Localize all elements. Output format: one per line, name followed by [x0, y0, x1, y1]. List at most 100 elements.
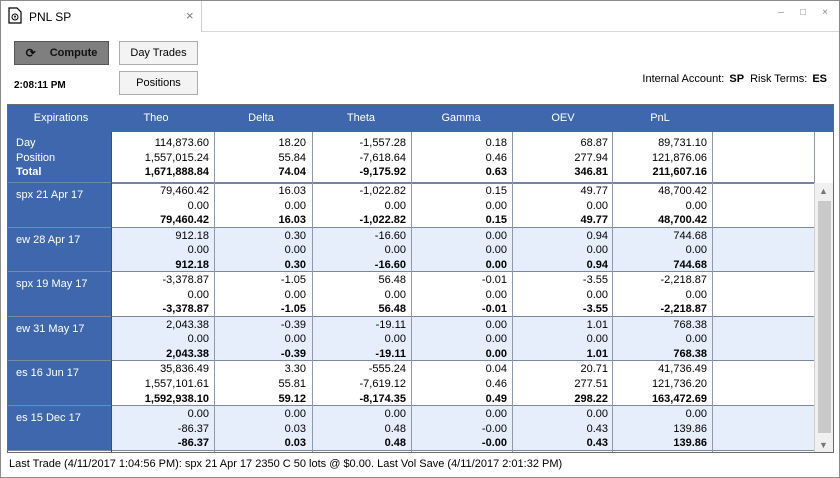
close-icon[interactable]: × [819, 7, 831, 18]
group-cell: -86.37 [177, 437, 209, 450]
expiration-name: es 15 Dec 17 [16, 412, 81, 424]
internal-account-label: Internal Account: [642, 73, 725, 85]
account-info: Internal Account: SP Risk Terms: ES [642, 73, 827, 85]
group-cell: 298.22 [574, 392, 608, 405]
scroll-thumb[interactable] [818, 201, 831, 433]
scroll-up-icon[interactable]: ▲ [819, 186, 828, 196]
group-cell: 0.00 [485, 318, 507, 331]
column-divider [411, 132, 412, 452]
group-cell: -1.05 [280, 303, 306, 316]
expiration-cell[interactable]: spx 21 Apr 17 [8, 183, 111, 228]
group-cell: 41,736.49 [658, 363, 707, 376]
group-cell: 744.68 [673, 258, 707, 271]
summary-cell: 277.94 [574, 151, 608, 164]
column-header-delta[interactable]: Delta [221, 112, 301, 124]
maximize-icon[interactable]: □ [797, 7, 809, 18]
group-cell: -86.37 [177, 422, 209, 435]
group-cell: 0.00 [384, 199, 406, 212]
group-cell: 35,836.49 [160, 363, 209, 376]
group-cell: -1,022.82 [359, 214, 406, 227]
group-cell: 0.00 [685, 333, 707, 346]
group-cell: 0.94 [586, 229, 608, 242]
compute-button[interactable]: ⟳ Compute [14, 41, 109, 65]
summary-cell: -7,618.64 [359, 151, 406, 164]
group-cell: 0.03 [284, 437, 306, 450]
summary-cell: 74.04 [278, 166, 306, 179]
group-cell: 277.51 [574, 378, 608, 390]
group-cell: -19.11 [375, 348, 406, 360]
group-cell: 1.01 [586, 318, 608, 331]
group-cell: -16.60 [374, 229, 406, 242]
summary-cell: 1,671,888.84 [144, 166, 209, 179]
expiration-name: ew 31 May 17 [16, 322, 85, 335]
day-trades-button[interactable]: Day Trades [119, 41, 198, 65]
summary-cell: -9,175.92 [359, 166, 406, 179]
column-divider [312, 132, 313, 452]
group-cell: 79,460.42 [160, 214, 209, 227]
group-cell: 0.46 [485, 378, 507, 390]
column-header-oev[interactable]: OEV [523, 112, 603, 124]
expiration-cell[interactable]: spx 19 May 17 [8, 272, 111, 317]
group-cell: 0.00 [485, 244, 507, 257]
tab-title: PNL SP [29, 10, 72, 24]
positions-button[interactable]: Positions [119, 71, 198, 95]
column-divider [612, 132, 613, 452]
column-header-theta[interactable]: Theta [321, 112, 401, 124]
group-cell: 0.00 [384, 244, 406, 257]
group-cell: 0.00 [384, 408, 406, 420]
group-cell: 16.03 [278, 214, 306, 227]
summary-cell: 0.63 [485, 166, 507, 179]
summary-row-label: Day [16, 137, 36, 149]
group-cell: 2,043.38 [166, 318, 209, 331]
group-cell: 79,460.42 [160, 185, 209, 197]
compute-time: 2:08:11 PM [14, 80, 66, 91]
group-cell: 0.00 [685, 244, 707, 257]
group-cell: 912.18 [175, 229, 209, 242]
summary-cell: 1,557,015.24 [144, 151, 209, 164]
group-cell: 0.04 [485, 363, 507, 376]
summary-cell: 89,731.10 [658, 137, 707, 149]
group-cell: 0.15 [485, 214, 507, 227]
tab-pnl[interactable]: PNL SP × [1, 1, 202, 32]
group-cell: -3.55 [582, 303, 608, 316]
group-cell: 0.49 [485, 392, 507, 405]
summary-cell: 211,607.16 [652, 166, 707, 179]
expiration-cell[interactable]: es 16 Jun 17 [8, 361, 111, 406]
window-controls: – □ × [775, 7, 831, 18]
column-header-pnl[interactable]: PnL [620, 112, 700, 124]
summary-cell: 114,873.60 [154, 137, 209, 149]
column-header-gamma[interactable]: Gamma [421, 112, 501, 124]
group-cell: -0.00 [481, 422, 507, 435]
group-cell: 59.12 [278, 392, 306, 405]
group-cell: 163,472.69 [651, 392, 707, 405]
group-band [111, 406, 814, 451]
group-cell: -19.11 [375, 318, 406, 331]
column-header-theo[interactable]: Theo [116, 112, 196, 124]
minimize-icon[interactable]: – [775, 7, 787, 18]
group-cell: 0.00 [284, 244, 306, 257]
group-cell: 0.48 [384, 422, 406, 435]
summary-cell: 346.81 [574, 166, 608, 179]
group-cell: 744.68 [673, 229, 707, 242]
group-cell: 0.00 [284, 288, 306, 301]
group-cell: 912.18 [175, 258, 209, 271]
group-cell: 768.38 [673, 348, 707, 360]
expiration-cell[interactable]: ew 31 May 17 [8, 316, 111, 362]
expiration-cell[interactable]: ew 28 Apr 17 [8, 227, 111, 273]
group-cell: 0.15 [485, 185, 507, 197]
tab-close-icon[interactable]: × [186, 8, 194, 23]
group-cell: -0.00 [481, 437, 507, 450]
scroll-down-icon[interactable]: ▼ [819, 440, 828, 450]
group-cell: 0.00 [284, 199, 306, 212]
group-cell: 0.00 [586, 408, 608, 420]
group-cell: -0.39 [280, 318, 306, 331]
expiration-cell[interactable]: es 15 Dec 17 [8, 406, 111, 451]
group-cell: -8,174.35 [359, 392, 406, 405]
group-cell: 0.00 [685, 408, 707, 420]
group-cell: 0.00 [586, 288, 608, 301]
column-header-expirations[interactable]: Expirations [21, 112, 101, 124]
group-cell: 0.03 [284, 422, 306, 435]
group-cell: 768.38 [673, 318, 707, 331]
vertical-scrollbar[interactable]: ▲ ▼ [814, 183, 833, 452]
column-divider [214, 132, 215, 452]
